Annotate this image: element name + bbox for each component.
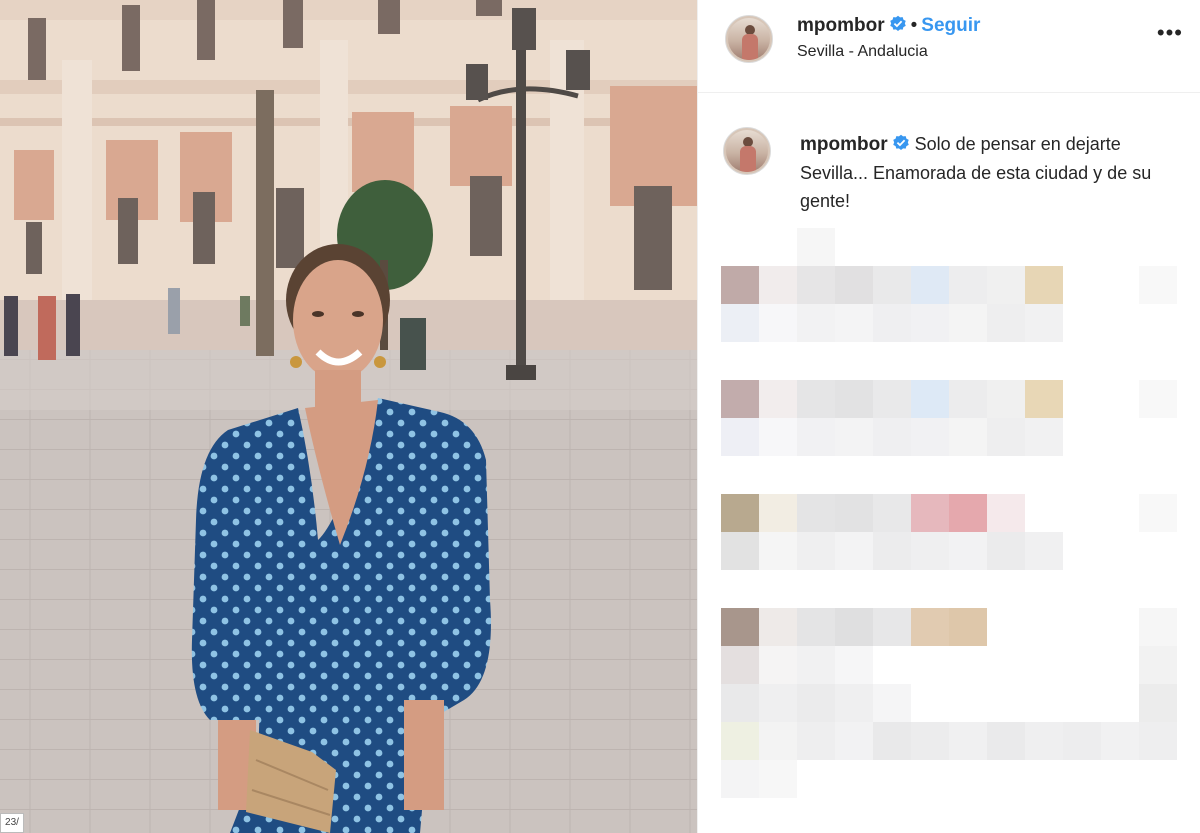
photo-scene (0, 0, 697, 833)
post-panel: mpombor • Seguir Sevilla - Andalucia ••• m… (697, 0, 1200, 833)
header-title-row: mpombor • Seguir (797, 15, 980, 37)
caption-avatar[interactable] (723, 127, 771, 175)
verified-badge-icon (889, 15, 906, 32)
username-link[interactable]: mpombor (797, 15, 885, 36)
separator-dot: • (910, 15, 918, 36)
pixelated-comments (721, 224, 1200, 833)
photo-corner-tag: 23/ (0, 813, 24, 833)
verified-badge-icon (892, 134, 909, 151)
location-link[interactable]: Sevilla - Andalucia (797, 43, 928, 61)
caption-username[interactable]: mpombor (800, 134, 888, 155)
post-header: mpombor • Seguir Sevilla - Andalucia ••• (698, 0, 1200, 93)
avatar[interactable] (725, 15, 773, 63)
more-options-icon[interactable]: ••• (1157, 22, 1183, 44)
follow-button[interactable]: Seguir (921, 15, 980, 36)
post-photo[interactable]: 23/ (0, 0, 697, 833)
caption: mpombor Solo de pensar en dejarte Sevill… (800, 130, 1160, 215)
